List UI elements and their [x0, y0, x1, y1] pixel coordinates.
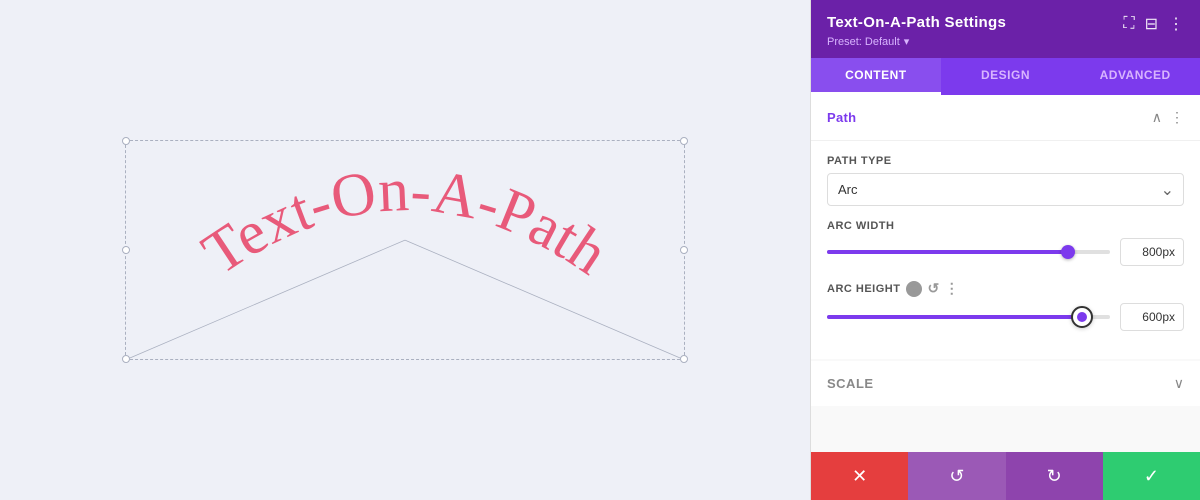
arc-height-fill — [827, 315, 1082, 319]
svg-text:Text-On-A-Path: Text-On-A-Path — [191, 156, 620, 288]
arc-height-track[interactable] — [827, 315, 1110, 319]
arc-height-value[interactable] — [1120, 303, 1184, 331]
cursor-dot — [1077, 312, 1087, 322]
arc-height-icons: ? ↺ ⋮ — [906, 280, 959, 297]
scale-section-title: Scale — [827, 376, 874, 391]
arc-width-row: Arc Width — [827, 220, 1184, 266]
corner-handle-bl[interactable] — [122, 355, 130, 363]
tab-design[interactable]: Design — [941, 58, 1071, 95]
cancel-button[interactable]: ✕ — [811, 452, 908, 500]
settings-panel: Text-On-A-Path Settings Preset: Default … — [810, 0, 1200, 500]
tabs-bar: Content Design Advanced — [811, 58, 1200, 95]
text-container[interactable]: Text-On-A-Path — [125, 140, 685, 360]
collapse-icon[interactable]: ∧ — [1152, 109, 1162, 126]
confirm-icon: ✓ — [1144, 466, 1159, 487]
arc-height-slider-row — [827, 303, 1184, 331]
arc-height-thumb[interactable] — [1071, 306, 1093, 328]
arc-width-slider-row — [827, 238, 1184, 266]
confirm-button[interactable]: ✓ — [1103, 452, 1200, 500]
scale-expand-icon[interactable]: ∨ — [1174, 375, 1184, 392]
scale-section: Scale ∨ — [811, 361, 1200, 406]
reset-button[interactable]: ↺ — [908, 452, 1005, 500]
path-section: Path ∧ ⋮ Path Type Arc Circle — [811, 95, 1200, 359]
bottom-toolbar: ✕ ↺ ↻ ✓ — [811, 452, 1200, 500]
corner-handle-tr[interactable] — [680, 137, 688, 145]
path-section-title: Path — [827, 110, 856, 125]
arc-height-row: Arc Height ? ↺ ⋮ — [827, 280, 1184, 331]
path-type-label: Path Type — [827, 155, 1184, 167]
reset-icon: ↺ — [949, 466, 964, 487]
corner-handle-tl[interactable] — [122, 137, 130, 145]
panel-header-icons: ⛶ ⊟ ⋮ — [1123, 14, 1184, 34]
arc-height-more-icon[interactable]: ⋮ — [945, 280, 960, 297]
fullscreen-icon[interactable]: ⛶ — [1123, 15, 1134, 33]
tab-advanced[interactable]: Advanced — [1070, 58, 1200, 95]
path-section-controls: ∧ ⋮ — [1152, 109, 1184, 126]
cancel-icon: ✕ — [852, 466, 867, 487]
panel-title-section: Text-On-A-Path Settings Preset: Default … — [827, 14, 1006, 48]
arc-height-help-icon[interactable]: ? — [906, 281, 922, 297]
panel-body: Path ∧ ⋮ Path Type Arc Circle — [811, 95, 1200, 452]
text-path-svg: Text-On-A-Path — [126, 141, 684, 359]
path-type-select[interactable]: Arc Circle Wave Line — [827, 173, 1184, 206]
arc-height-reset-icon[interactable]: ↺ — [927, 280, 939, 297]
corner-handle-mr[interactable] — [680, 246, 688, 254]
panel-preset[interactable]: Preset: Default ▾ — [827, 35, 1006, 48]
path-section-header[interactable]: Path ∧ ⋮ — [811, 95, 1200, 141]
arc-width-value[interactable] — [1120, 238, 1184, 266]
panel-title: Text-On-A-Path Settings — [827, 14, 1006, 31]
path-section-body: Path Type Arc Circle Wave Line ⌄ — [811, 141, 1200, 359]
arc-width-fill — [827, 250, 1068, 254]
panel-header: Text-On-A-Path Settings Preset: Default … — [811, 0, 1200, 58]
redo-icon: ↻ — [1047, 466, 1062, 487]
corner-handle-ml[interactable] — [122, 246, 130, 254]
canvas-area: Text-On-A-Path — [0, 0, 810, 500]
arc-height-label: Arc Height ? ↺ ⋮ — [827, 280, 1184, 297]
path-more-icon[interactable]: ⋮ — [1170, 109, 1184, 126]
path-type-select-wrapper: Arc Circle Wave Line ⌄ — [827, 173, 1184, 206]
arc-width-label: Arc Width — [827, 220, 1184, 232]
scale-section-header[interactable]: Scale ∨ — [811, 361, 1200, 406]
more-options-icon[interactable]: ⋮ — [1168, 14, 1184, 34]
arc-width-thumb[interactable] — [1061, 245, 1075, 259]
arc-width-track[interactable] — [827, 250, 1110, 254]
tab-content[interactable]: Content — [811, 58, 941, 95]
path-type-row: Path Type Arc Circle Wave Line ⌄ — [827, 155, 1184, 206]
redo-button[interactable]: ↻ — [1006, 452, 1103, 500]
columns-icon[interactable]: ⊟ — [1145, 14, 1158, 34]
corner-handle-br[interactable] — [680, 355, 688, 363]
